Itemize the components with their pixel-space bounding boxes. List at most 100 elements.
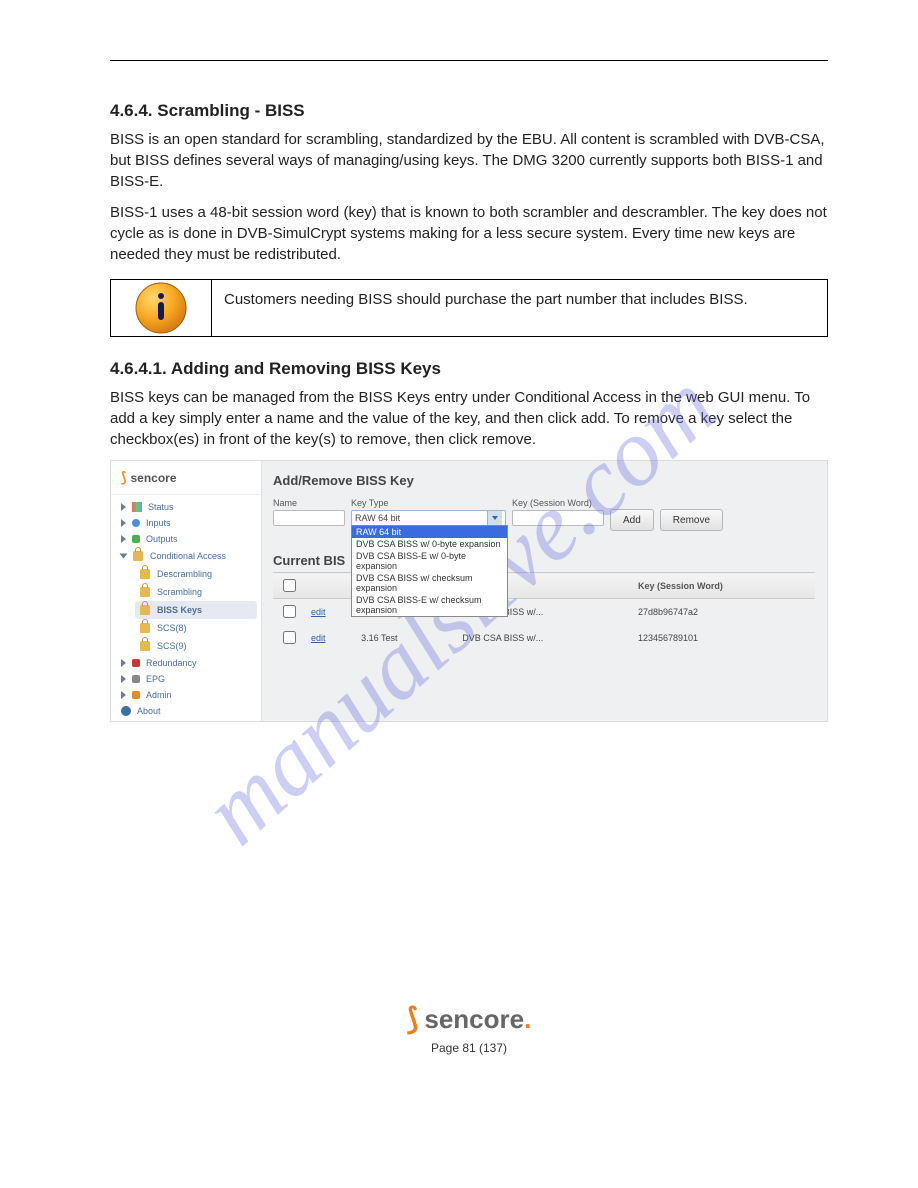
row-key: 27d8b96747a2 [632, 599, 815, 625]
caret-down-icon [120, 554, 128, 559]
table-row: edit 3.16 Test DVB CSA BISS w/... 123456… [273, 625, 815, 651]
name-input[interactable] [273, 510, 345, 526]
tools-icon [132, 691, 140, 699]
paragraph-2: BISS-1 uses a 48-bit session word (key) … [110, 202, 828, 265]
nav-scrambling[interactable]: Scrambling [135, 583, 257, 601]
nav-biss-keys[interactable]: BISS Keys [135, 601, 257, 619]
row-checkbox[interactable] [283, 631, 296, 644]
edit-link[interactable]: edit [311, 607, 326, 617]
sidebar: ⟆ sencore Status Inputs Outputs Conditio… [111, 461, 262, 721]
nav-outputs[interactable]: Outputs [117, 531, 257, 547]
brand-name: sencore [130, 471, 176, 485]
edit-link[interactable]: edit [311, 633, 326, 643]
arrow-in-icon [132, 519, 140, 527]
nav-label: Redundancy [146, 658, 197, 668]
subsection-number: 4.6.4.1. [110, 359, 167, 378]
option-biss-0byte[interactable]: DVB CSA BISS w/ 0-byte expansion [352, 538, 507, 550]
info-text: Customers needing BISS should purchase t… [212, 280, 827, 336]
page-number: Page 81 (137) [110, 1041, 828, 1055]
nav-admin[interactable]: Admin [117, 687, 257, 703]
header-rule [110, 60, 828, 61]
lock-icon [133, 551, 143, 561]
nav-label: SCS(9) [157, 641, 187, 651]
lock-icon [140, 605, 150, 615]
row-checkbox[interactable] [283, 605, 296, 618]
dropdown-arrow-icon [487, 511, 502, 525]
nav-descrambling[interactable]: Descrambling [135, 565, 257, 583]
nav-about[interactable]: About [117, 703, 257, 719]
lock-icon [140, 641, 150, 651]
caret-right-icon [121, 659, 126, 667]
remove-button[interactable]: Remove [660, 509, 723, 531]
info-icon [121, 706, 131, 716]
nav-conditional-access[interactable]: Conditional Access [117, 547, 257, 565]
section-number: 4.6.4. [110, 101, 153, 120]
redundancy-icon [132, 659, 140, 667]
footer-logo: ⟆ sencore. [407, 1002, 532, 1037]
nav-inputs[interactable]: Inputs [117, 515, 257, 531]
row-key: 123456789101 [632, 625, 815, 651]
option-raw64[interactable]: RAW 64 bit [352, 526, 507, 538]
nav-label: Inputs [146, 518, 171, 528]
panel-title: Add/Remove BISS Key [273, 473, 815, 488]
name-label: Name [273, 498, 345, 508]
nav-list: Status Inputs Outputs Conditional Access… [111, 495, 261, 722]
arrow-out-icon [132, 535, 140, 543]
caret-right-icon [121, 535, 126, 543]
nav-scs-8[interactable]: SCS(8) [135, 619, 257, 637]
paragraph-3: BISS keys can be managed from the BISS K… [110, 387, 828, 450]
footer-brand: sencore [424, 1004, 524, 1034]
option-biss-checksum[interactable]: DVB CSA BISS w/ checksum expansion [352, 572, 507, 594]
caret-right-icon [121, 503, 126, 511]
subsection-title: Adding and Removing BISS Keys [171, 359, 441, 378]
info-icon [111, 280, 212, 336]
brand-swirl-icon: ⟆ [121, 469, 126, 486]
nav-label: BISS Keys [157, 605, 202, 615]
bars-icon [132, 502, 142, 512]
nav-label: Descrambling [157, 569, 212, 579]
nav-label: SCS(8) [157, 623, 187, 633]
nav-status[interactable]: Status [117, 499, 257, 515]
page-footer: ⟆ sencore. Page 81 (137) [110, 1002, 828, 1055]
info-callout: Customers needing BISS should purchase t… [110, 279, 828, 337]
logo-dot-icon: . [524, 1004, 531, 1034]
brand-logo: ⟆ sencore [111, 461, 261, 495]
lock-icon [140, 587, 150, 597]
paragraph-1: BISS is an open standard for scrambling,… [110, 129, 828, 192]
nav-epg[interactable]: EPG [117, 671, 257, 687]
select-all-checkbox[interactable] [283, 579, 296, 592]
nav-label: About [137, 706, 161, 716]
section-title: Scrambling - BISS [157, 101, 304, 120]
nav-label: Status [148, 502, 174, 512]
section-heading: 4.6.4. Scrambling - BISS [110, 101, 828, 121]
subsection-heading: 4.6.4.1. Adding and Removing BISS Keys [110, 359, 828, 379]
keytype-select[interactable]: RAW 64 bit [351, 510, 506, 526]
app-screenshot: ⟆ sencore Status Inputs Outputs Conditio… [110, 460, 828, 722]
option-bisse-0byte[interactable]: DVB CSA BISS-E w/ 0-byte expansion [352, 550, 507, 572]
keytype-dropdown: RAW 64 bit DVB CSA BISS w/ 0-byte expans… [351, 525, 508, 617]
option-bisse-checksum[interactable]: DVB CSA BISS-E w/ checksum expansion [352, 594, 507, 616]
keytype-current: RAW 64 bit [355, 513, 400, 523]
nav-label: Outputs [146, 534, 178, 544]
nav-scs-9[interactable]: SCS(9) [135, 637, 257, 655]
lock-icon [140, 569, 150, 579]
col-sessionword: Key (Session Word) [632, 573, 815, 599]
form-row: Name Key Type RAW 64 bit RAW 64 bit DVB … [273, 498, 815, 531]
calendar-icon [132, 675, 140, 683]
caret-right-icon [121, 691, 126, 699]
nav-redundancy[interactable]: Redundancy [117, 655, 257, 671]
caret-right-icon [121, 675, 126, 683]
add-button[interactable]: Add [610, 509, 654, 531]
lock-icon [140, 623, 150, 633]
logo-swirl-icon: ⟆ [407, 1002, 419, 1037]
nav-label: EPG [146, 674, 165, 684]
key-input[interactable] [512, 510, 604, 526]
nav-label: Admin [146, 690, 172, 700]
nav-label: Conditional Access [150, 551, 226, 561]
main-panel: Add/Remove BISS Key Name Key Type RAW 64… [261, 461, 827, 721]
row-name: 3.16 Test [355, 625, 456, 651]
keytype-label: Key Type [351, 498, 506, 508]
caret-right-icon [121, 519, 126, 527]
key-label: Key (Session Word) [512, 498, 604, 508]
row-type: DVB CSA BISS w/... [456, 625, 632, 651]
